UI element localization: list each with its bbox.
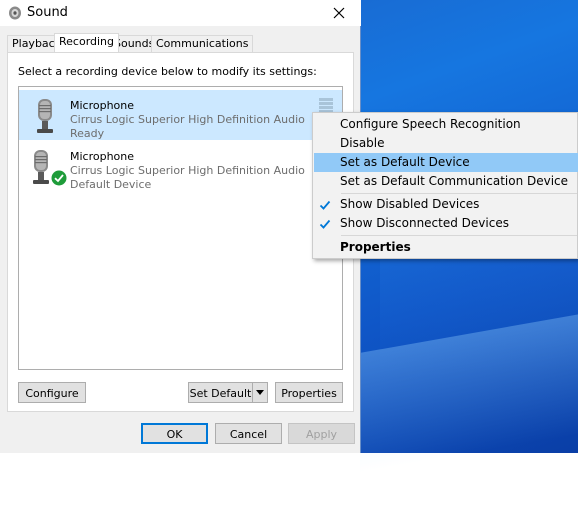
device-name: Microphone xyxy=(70,99,135,112)
context-menu: Configure Speech Recognition Disable Set… xyxy=(312,112,578,259)
menu-separator xyxy=(341,193,577,194)
cancel-button[interactable]: Cancel xyxy=(215,423,282,444)
checkmark-icon xyxy=(319,200,331,210)
device-name: Microphone xyxy=(70,150,135,163)
menu-item-disable[interactable]: Disable xyxy=(314,134,578,153)
title-bar[interactable]: Sound xyxy=(0,0,361,26)
instructions-text: Select a recording device below to modif… xyxy=(18,65,317,78)
menu-item-label: Set as Default Communication Device xyxy=(340,174,569,188)
menu-item-show-disconnected-devices[interactable]: Show Disconnected Devices xyxy=(314,214,578,233)
properties-button[interactable]: Properties xyxy=(275,382,343,403)
device-row-microphone-2[interactable]: Microphone Cirrus Logic Superior High De… xyxy=(19,141,342,191)
device-driver: Cirrus Logic Superior High Definition Au… xyxy=(70,164,305,177)
menu-item-label: Properties xyxy=(340,240,411,254)
device-status: Default Device xyxy=(70,178,152,191)
menu-separator xyxy=(341,235,577,236)
menu-item-set-as-default-device[interactable]: Set as Default Device xyxy=(314,153,578,172)
menu-item-label: Set as Default Device xyxy=(340,155,470,169)
chevron-down-icon xyxy=(256,390,264,395)
device-driver: Cirrus Logic Superior High Definition Au… xyxy=(70,113,305,126)
speaker-app-icon xyxy=(9,6,21,20)
menu-item-label: Configure Speech Recognition xyxy=(340,117,521,131)
menu-item-label: Show Disconnected Devices xyxy=(340,216,509,230)
configure-button[interactable]: Configure xyxy=(18,382,86,403)
window-title: Sound xyxy=(27,5,68,20)
microphone-icon xyxy=(37,99,53,133)
device-list[interactable]: Microphone Cirrus Logic Superior High De… xyxy=(18,86,343,370)
apply-button[interactable]: Apply xyxy=(288,423,355,444)
menu-item-set-as-default-communication-device[interactable]: Set as Default Communication Device xyxy=(314,172,578,191)
menu-item-show-disabled-devices[interactable]: Show Disabled Devices xyxy=(314,195,578,214)
close-icon xyxy=(333,7,345,19)
menu-item-label: Show Disabled Devices xyxy=(340,197,480,211)
set-default-button[interactable]: Set Default xyxy=(188,382,253,403)
ok-button[interactable]: OK xyxy=(141,423,208,444)
menu-item-label: Disable xyxy=(340,136,385,150)
device-status: Ready xyxy=(70,127,105,140)
sound-dialog: Sound Playback Recording Sounds Communic… xyxy=(0,0,361,453)
default-checkmark-icon xyxy=(51,170,67,186)
tab-communications[interactable]: Communications xyxy=(151,35,254,52)
set-default-dropdown-button[interactable] xyxy=(252,382,268,403)
menu-item-configure-speech-recognition[interactable]: Configure Speech Recognition xyxy=(314,115,578,134)
device-row-microphone-1[interactable]: Microphone Cirrus Logic Superior High De… xyxy=(19,90,342,140)
checkmark-icon xyxy=(319,219,331,229)
menu-item-properties[interactable]: Properties xyxy=(314,238,578,257)
tab-recording[interactable]: Recording xyxy=(54,33,120,52)
close-button[interactable] xyxy=(317,0,361,26)
